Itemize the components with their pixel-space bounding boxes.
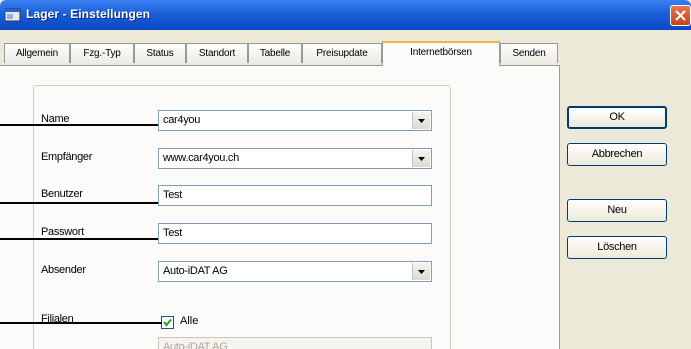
tab-tabelle[interactable]: Tabelle [248, 43, 302, 63]
empfaenger-value: www.car4you.ch [163, 152, 239, 164]
benutzer-label: Benutzer [41, 188, 83, 200]
annotation-line-name [0, 124, 158, 126]
passwort-value: Test [163, 227, 182, 239]
window-title: Lager - Einstellungen [26, 7, 151, 21]
chevron-down-icon [418, 119, 425, 123]
absender-combo[interactable]: Auto-iDAT AG [158, 261, 432, 282]
annotation-line-benutzer [0, 202, 158, 204]
tab-preisupdate[interactable]: Preisupdate [302, 43, 382, 63]
annotation-line-filialen [0, 322, 162, 324]
close-button[interactable] [670, 5, 691, 26]
tab-allgemein[interactable]: Allgemein [4, 43, 70, 63]
tab-status[interactable]: Status [134, 43, 186, 63]
tab-fzg-typ[interactable]: Fzg.-Typ [70, 43, 134, 63]
settings-window: Lager - Einstellungen Allgemein Fzg.-Typ… [0, 0, 691, 349]
app-window-icon[interactable] [4, 8, 21, 22]
name-value: car4you [163, 114, 201, 126]
absender-label: Absender [41, 264, 86, 276]
abbrechen-button[interactable]: Abbrechen [567, 143, 667, 166]
empfaenger-dropdown-button[interactable] [412, 150, 430, 167]
ok-button[interactable]: OK [567, 106, 667, 129]
empfaenger-label: Empfänger [41, 151, 93, 163]
close-icon [675, 10, 686, 21]
chevron-down-icon [418, 270, 425, 274]
alle-checkbox[interactable] [161, 316, 174, 329]
tab-internetboersen[interactable]: Internetbörsen [382, 41, 500, 66]
benutzer-value: Test [163, 189, 182, 201]
absender-value: Auto-iDAT AG [163, 265, 228, 277]
tab-senden[interactable]: Senden [500, 43, 558, 63]
chevron-down-icon [418, 157, 425, 161]
tab-standort[interactable]: Standort [186, 43, 248, 63]
title-bar[interactable]: Lager - Einstellungen [0, 0, 691, 30]
empfaenger-combo[interactable]: www.car4you.ch [158, 148, 432, 169]
filiale-list[interactable]: Auto-iDAT AG [158, 337, 432, 349]
loeschen-button[interactable]: Löschen [567, 236, 667, 259]
neu-button[interactable]: Neu [567, 199, 667, 222]
absender-dropdown-button[interactable] [412, 263, 430, 280]
benutzer-field[interactable]: Test [158, 185, 432, 206]
alle-label[interactable]: Alle [180, 315, 198, 327]
passwort-field[interactable]: Test [158, 223, 432, 244]
checkmark-icon [163, 318, 172, 327]
name-combo[interactable]: car4you [158, 110, 432, 131]
tab-strip: Allgemein Fzg.-Typ Status Standort Tabel… [0, 41, 691, 66]
annotation-line-passwort [0, 238, 158, 240]
filiale-value: Auto-iDAT AG [163, 341, 228, 349]
name-dropdown-button[interactable] [412, 112, 430, 129]
passwort-label: Passwort [41, 226, 84, 238]
